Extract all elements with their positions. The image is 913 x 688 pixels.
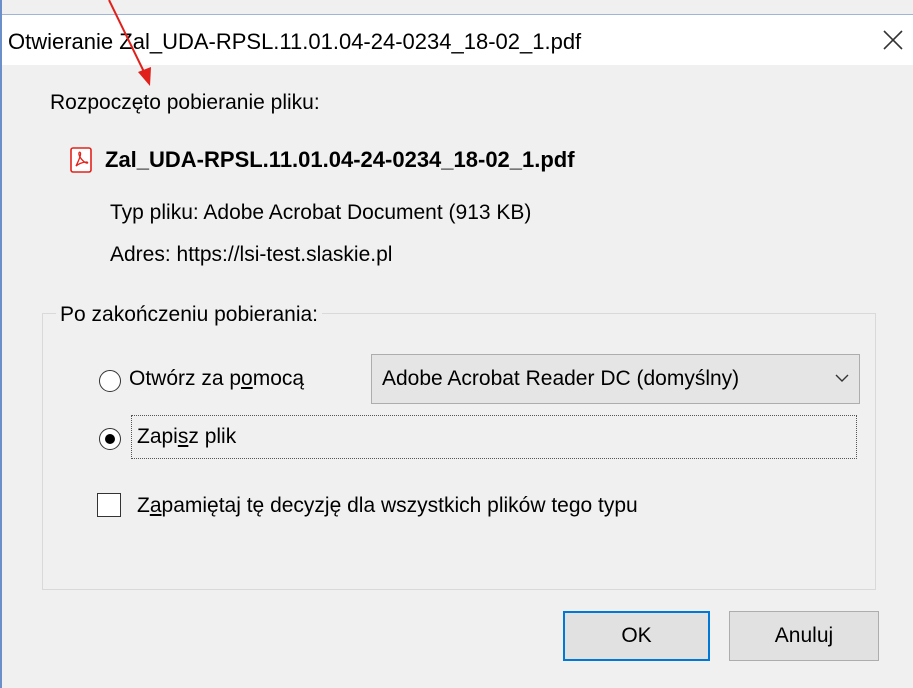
window-title: Otwieranie Zal_UDA-RPSL.11.01.04-24-0234…	[8, 29, 582, 54]
open-with-label[interactable]: Otwórz za pomocą	[129, 367, 304, 391]
after-download-label: Po zakończeniu pobierania:	[56, 303, 323, 327]
save-file-label-part: Zapi	[137, 425, 178, 448]
open-with-app-dropdown[interactable]: Adobe Acrobat Reader DC (domyślny)	[371, 354, 860, 404]
save-file-label[interactable]: Zapisz plik	[137, 425, 236, 449]
file-type-label: Typ pliku: Adobe Acrobat Document (913 K…	[110, 201, 532, 224]
cancel-button[interactable]: Anuluj	[729, 611, 879, 661]
file-address-label: Adres: https://lsi-test.slaskie.pl	[110, 243, 393, 266]
download-started-label: Rozpoczęto pobieranie pliku:	[50, 91, 320, 114]
remember-label-part: pamiętaj tę decyzję dla wszystkich plikó…	[161, 494, 638, 517]
close-icon	[883, 30, 903, 50]
pdf-icon	[70, 147, 92, 173]
ok-button[interactable]: OK	[563, 611, 710, 661]
remember-decision-label[interactable]: Zapamiętaj tę decyzję dla wszystkich pli…	[137, 494, 638, 518]
save-file-focus-outline	[131, 415, 857, 459]
open-with-radio[interactable]	[99, 370, 121, 392]
open-with-label-part: Otwórz za p	[129, 367, 242, 390]
remember-decision-checkbox[interactable]	[97, 493, 121, 517]
open-with-mnemonic: o	[241, 367, 253, 390]
open-with-label-part: mocą	[252, 367, 305, 390]
save-file-radio[interactable]	[99, 428, 121, 450]
title-bar: Otwieranie Zal_UDA-RPSL.11.01.04-24-0234…	[2, 14, 913, 65]
remember-label-part: Z	[137, 494, 150, 517]
save-file-label-part: z plik	[188, 425, 237, 448]
close-button[interactable]	[873, 21, 913, 59]
file-name: Zal_UDA-RPSL.11.01.04-24-0234_18-02_1.pd…	[105, 147, 575, 172]
save-file-mnemonic: s	[177, 425, 189, 448]
open-with-app-value: Adobe Acrobat Reader DC (domyślny)	[382, 367, 740, 390]
remember-mnemonic: a	[149, 494, 162, 517]
file-row: Zal_UDA-RPSL.11.01.04-24-0234_18-02_1.pd…	[70, 144, 575, 176]
file-download-dialog: Otwieranie Zal_UDA-RPSL.11.01.04-24-0234…	[0, 0, 913, 688]
chevron-down-icon	[835, 374, 849, 382]
